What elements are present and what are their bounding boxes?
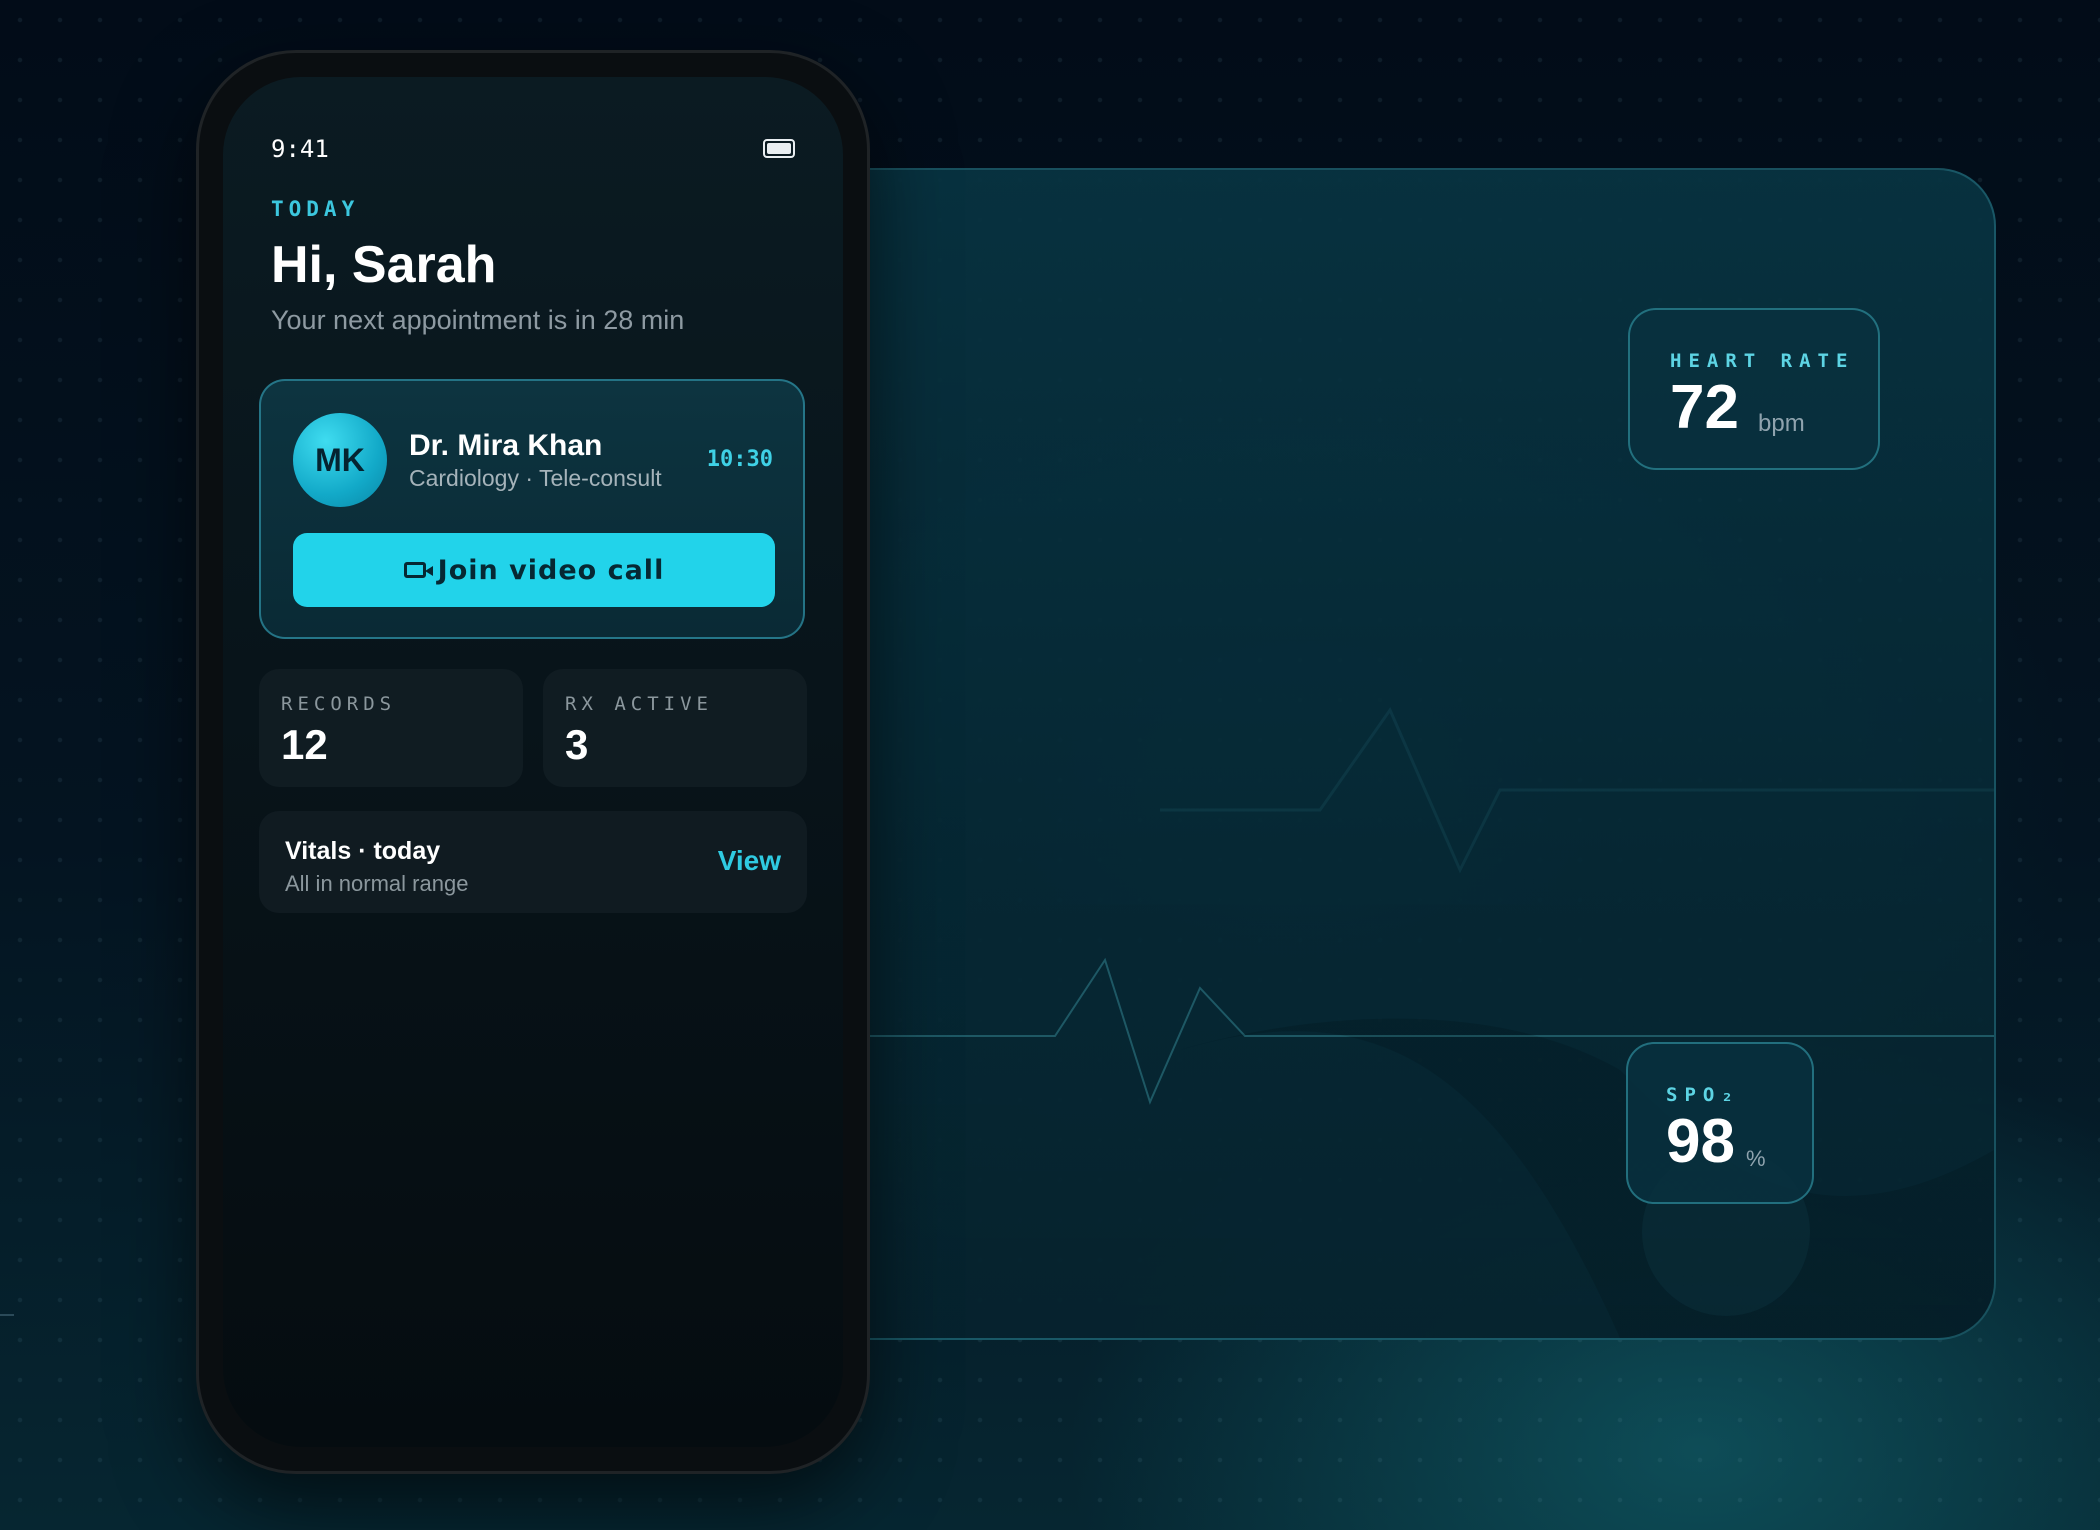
records-label: RECORDS <box>281 693 397 715</box>
join-video-call-label: Join video call <box>437 554 665 586</box>
vitals-view-link[interactable]: View <box>718 845 781 877</box>
doctor-avatar: MK <box>293 413 387 507</box>
greeting-title: Hi, Sarah <box>271 236 497 294</box>
vitals-subtitle: All in normal range <box>285 871 469 896</box>
edge-marker <box>0 1314 14 1316</box>
join-video-call-button[interactable]: Join video call <box>293 533 775 607</box>
spo2-card: SPO₂ 98 % <box>1626 1042 1814 1204</box>
records-stat-card[interactable]: RECORDS 12 <box>259 669 523 787</box>
spo2-unit: % <box>1746 1146 1766 1171</box>
phone-frame: 9:41 TODAY Hi, Sarah Your next appointme… <box>196 50 870 1474</box>
section-eyebrow: TODAY <box>271 197 360 221</box>
video-camera-icon <box>403 562 433 578</box>
greeting-subtitle: Your next appointment is in 28 min <box>271 305 685 335</box>
vitals-summary-card[interactable]: Vitals · today All in normal range View <box>259 811 807 913</box>
status-bar-time: 9:41 <box>271 135 329 163</box>
phone-screen: 9:41 TODAY Hi, Sarah Your next appointme… <box>223 77 843 1447</box>
spo2-value: 98 <box>1666 1107 1735 1176</box>
heart-rate-unit: bpm <box>1758 410 1805 437</box>
vitals-dashboard-panel: HEART RATE 72 bpm SPO₂ 98 % <box>860 168 1996 1340</box>
appointment-time: 10:30 <box>706 447 773 472</box>
rx-active-stat-card[interactable]: RX ACTIVE 3 <box>543 669 807 787</box>
heart-rate-value: 72 <box>1670 373 1739 442</box>
spo2-label: SPO₂ <box>1666 1084 1740 1106</box>
heart-rate-card: HEART RATE 72 bpm <box>1628 308 1880 470</box>
battery-icon <box>763 139 795 158</box>
rx-active-count: 3 <box>565 721 589 768</box>
appointment-card[interactable]: MK Dr. Mira Khan Cardiology · Tele-consu… <box>259 379 805 639</box>
vitals-title: Vitals · today <box>285 837 441 865</box>
doctor-name: Dr. Mira Khan <box>409 429 603 462</box>
doctor-specialty: Cardiology · Tele-consult <box>409 465 662 491</box>
rx-active-label: RX ACTIVE <box>565 693 713 715</box>
records-count: 12 <box>281 721 328 768</box>
heart-rate-label: HEART RATE <box>1670 350 1855 372</box>
